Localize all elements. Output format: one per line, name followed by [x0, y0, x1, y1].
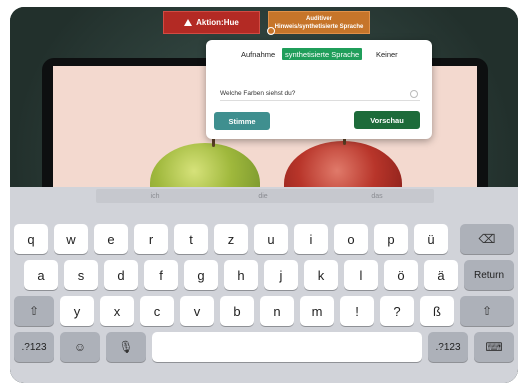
suggestion-item[interactable]: das: [320, 189, 434, 203]
key-n[interactable]: n: [260, 296, 294, 326]
warning-icon: [184, 19, 193, 26]
key-d[interactable]: d: [104, 260, 138, 290]
key-ue[interactable]: ü: [414, 224, 448, 254]
key-eszett[interactable]: ß: [420, 296, 454, 326]
key-y[interactable]: y: [60, 296, 94, 326]
speech-text-input[interactable]: Welche Farben siehst du?: [220, 87, 420, 101]
preview-button[interactable]: Vorschau: [354, 111, 420, 129]
key-ae[interactable]: ä: [424, 260, 458, 290]
segment-synthesized-speech[interactable]: synthetisierte Sprache: [282, 48, 363, 60]
shift-key-left[interactable]: ⇧: [14, 296, 54, 326]
audio-cue-chip[interactable]: Auditiver Hinweis/synthetisierte Sprache: [268, 11, 370, 34]
key-f[interactable]: f: [144, 260, 178, 290]
key-oe[interactable]: ö: [384, 260, 418, 290]
action-chip-label: Aktion:Hue: [196, 18, 239, 27]
audio-chip-line1: Auditiver: [305, 15, 332, 22]
key-l[interactable]: l: [344, 260, 378, 290]
key-m[interactable]: m: [300, 296, 334, 326]
key-t[interactable]: t: [174, 224, 208, 254]
key-q[interactable]: q: [14, 224, 48, 254]
shift-icon: ⇧: [28, 304, 40, 318]
suggestion-item[interactable]: ich: [96, 189, 214, 203]
key-z[interactable]: z: [214, 224, 248, 254]
key-o[interactable]: o: [334, 224, 368, 254]
key-j[interactable]: j: [264, 260, 298, 290]
key-question[interactable]: ?: [380, 296, 414, 326]
action-chip[interactable]: Aktion:Hue: [163, 11, 260, 34]
key-r[interactable]: r: [134, 224, 168, 254]
emoji-icon: ☺: [73, 340, 87, 354]
audio-popover: Aufnahme synthetisierte Sprache Keiner W…: [206, 40, 432, 139]
voice-button[interactable]: Stimme: [214, 112, 270, 130]
key-exclamation[interactable]: !: [340, 296, 374, 326]
key-g[interactable]: g: [184, 260, 218, 290]
space-key[interactable]: [152, 332, 422, 362]
keyboard-hide-icon: ⌨: [485, 340, 503, 354]
backspace-icon: ⌫: [478, 232, 496, 246]
key-s[interactable]: s: [64, 260, 98, 290]
return-key[interactable]: Return: [464, 260, 514, 290]
key-x[interactable]: x: [100, 296, 134, 326]
audio-chip-line2: Hinweis/synthetisierte Sprache: [274, 23, 364, 30]
key-w[interactable]: w: [54, 224, 88, 254]
key-v[interactable]: v: [180, 296, 214, 326]
backspace-key[interactable]: ⌫: [460, 224, 514, 254]
suggestion-item[interactable]: die: [204, 189, 322, 203]
hide-keyboard-key[interactable]: ⌨: [474, 332, 514, 362]
onscreen-keyboard: ich die das q w e r t z u i o p ü ⌫ a s …: [10, 187, 518, 383]
key-p[interactable]: p: [374, 224, 408, 254]
key-h[interactable]: h: [224, 260, 258, 290]
key-i[interactable]: i: [294, 224, 328, 254]
speech-text-value: Welche Farben siehst du?: [220, 90, 296, 97]
clear-icon[interactable]: [410, 90, 418, 98]
key-u[interactable]: u: [254, 224, 288, 254]
emoji-key[interactable]: ☺: [60, 332, 100, 362]
microphone-icon: 🎙: [118, 340, 134, 354]
key-a[interactable]: a: [24, 260, 58, 290]
numbers-key-right[interactable]: .?123: [428, 332, 468, 362]
dictation-key[interactable]: 🎙: [106, 332, 146, 362]
shift-key-right[interactable]: ⇧: [460, 296, 514, 326]
key-e[interactable]: e: [94, 224, 128, 254]
key-b[interactable]: b: [220, 296, 254, 326]
pointer-icon: [267, 27, 275, 35]
segment-aufnahme[interactable]: Aufnahme: [241, 48, 275, 60]
key-k[interactable]: k: [304, 260, 338, 290]
segment-keiner[interactable]: Keiner: [376, 48, 398, 60]
key-c[interactable]: c: [140, 296, 174, 326]
shift-icon: ⇧: [481, 304, 493, 318]
app-frame: Aktion:Hue Auditiver Hinweis/synthetisie…: [10, 7, 518, 383]
numbers-key-left[interactable]: .?123: [14, 332, 54, 362]
